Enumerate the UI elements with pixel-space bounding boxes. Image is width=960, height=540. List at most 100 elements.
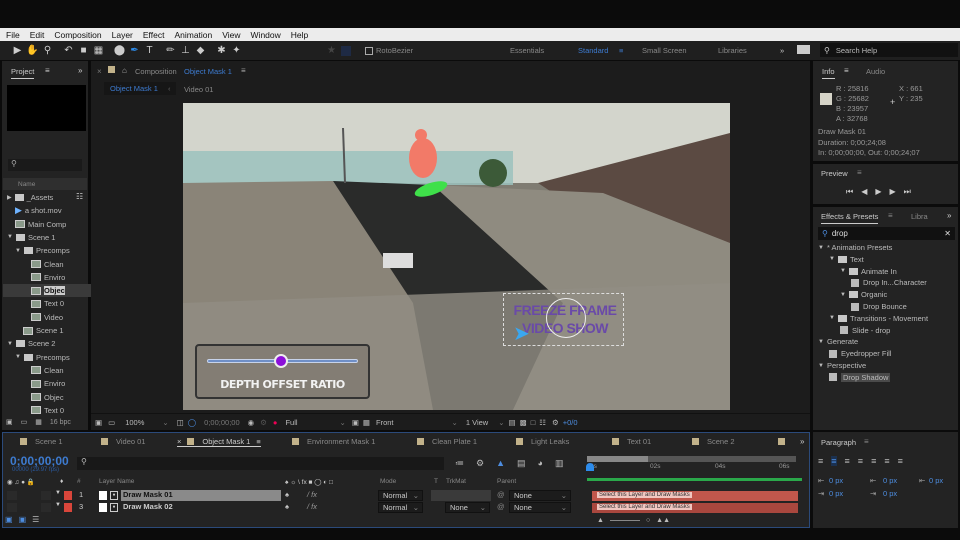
workspace-libraries[interactable]: Libraries — [718, 46, 747, 55]
brush-tool-icon[interactable]: ✏ — [163, 45, 178, 56]
frame-blending-icon[interactable]: ▤ — [517, 458, 526, 469]
selection-tool-icon[interactable]: ▶ — [10, 45, 25, 56]
chevron-down-icon[interactable]: ⌄ — [340, 418, 346, 427]
eraser-tool-icon[interactable]: ◆ — [193, 45, 208, 56]
expand-layer-icon[interactable]: ▼ — [55, 502, 61, 508]
effects-item[interactable]: ▼ Generate — [818, 337, 858, 346]
collapsed-triangle-icon[interactable]: ▶ — [7, 194, 12, 201]
rotobezier-checkbox[interactable] — [365, 46, 373, 55]
menu-help[interactable]: Help — [291, 30, 308, 40]
chevron-down-icon[interactable]: ⌄ — [498, 418, 504, 427]
layer-duration-bar[interactable]: Select this Layer and Draw Masks — [592, 491, 798, 501]
parent-select[interactable]: None ⌄ — [509, 490, 571, 501]
effects-item[interactable]: ▼ Animate In — [840, 267, 897, 276]
project-item[interactable]: ▼ Precomps — [3, 351, 91, 364]
layer-name[interactable]: Draw Mask 01 — [121, 490, 281, 501]
effects-item[interactable]: ▼ Organic — [840, 290, 887, 299]
puppet-pin-tool-icon[interactable]: ✦ — [229, 45, 244, 56]
timeline-zoom-slider[interactable] — [609, 520, 640, 521]
comp-mini-flowchart-icon[interactable]: ≔ — [455, 458, 464, 469]
clear-search-icon[interactable]: ✕ — [944, 229, 951, 238]
graph-editor-icon[interactable]: ▥ — [555, 458, 564, 469]
breadcrumb-object-mask[interactable]: Object Mask 1 ‹ — [104, 82, 176, 95]
info-menu-icon[interactable]: ≡ — [844, 66, 849, 75]
effects-switch-icon[interactable]: / fx — [307, 490, 317, 499]
timeline-search-input[interactable]: ⚲ — [77, 457, 444, 470]
expanded-triangle-icon[interactable]: ▼ — [15, 248, 21, 254]
menu-view[interactable]: View — [222, 30, 240, 40]
mask-visibility-icon[interactable]: ◯ — [188, 418, 196, 427]
project-item[interactable]: Text 0 — [3, 297, 91, 310]
timeline-tab[interactable]: Clean Plate 1 — [417, 437, 477, 446]
blend-mode-select[interactable]: Normal ⌄ — [378, 502, 423, 513]
mode-header[interactable]: Mode — [380, 478, 396, 485]
parent-header[interactable]: Parent — [497, 478, 516, 485]
expanded-triangle-icon[interactable]: ▼ — [840, 268, 846, 274]
justify-all-icon[interactable]: ≡ — [898, 456, 903, 466]
transfer-controls-toggle-icon[interactable]: ▣ — [19, 515, 27, 524]
effects-item[interactable]: ▼ Transitions - Movement — [829, 314, 928, 323]
zoom-in-icon[interactable]: ▲▲ — [656, 517, 670, 524]
menu-layer[interactable]: Layer — [112, 30, 133, 40]
exposure-value[interactable]: +0/0 — [563, 418, 578, 427]
timeline-tab[interactable]: Text 01 — [612, 437, 651, 446]
color-channels-icon[interactable]: ● — [273, 418, 278, 427]
expand-panels-icon[interactable]: » — [947, 211, 951, 220]
show-snapshot-icon[interactable]: ⚙ — [260, 418, 267, 427]
timeline-current-time[interactable]: 0;00;00;00 — [10, 454, 69, 468]
roto-brush-tool-icon[interactable]: ✱ — [214, 45, 229, 56]
fill-swatch[interactable] — [341, 45, 351, 56]
expanded-triangle-icon[interactable]: ▼ — [15, 354, 21, 360]
pen-tool-icon[interactable]: ✒ — [127, 45, 142, 56]
project-tab[interactable]: Project — [11, 67, 35, 79]
current-time-display[interactable]: 0;00;00;00 — [204, 418, 239, 427]
region-of-interest-icon[interactable]: ▣ — [352, 418, 359, 427]
lock-toggle[interactable] — [41, 503, 51, 512]
label-color[interactable] — [64, 491, 72, 500]
indent-left-field[interactable]: 0 px — [829, 476, 843, 485]
monitor-icon[interactable]: ▭ — [108, 418, 115, 427]
project-item[interactable]: Clean — [3, 258, 91, 271]
timeline-icon[interactable]: □ — [531, 418, 536, 427]
workspace-essentials[interactable]: Essentials — [510, 46, 544, 55]
work-area-range[interactable] — [587, 456, 648, 462]
justify-last-right-icon[interactable]: ≡ — [884, 456, 889, 466]
effects-item[interactable]: Drop In...Character — [851, 278, 927, 287]
workspace-small-screen[interactable]: Small Screen — [642, 46, 687, 55]
search-help-input[interactable]: ⚲ Search Help — [820, 43, 958, 57]
project-item[interactable]: Video — [3, 311, 91, 324]
name-column-header[interactable]: Name — [3, 178, 87, 190]
breadcrumb-video-01[interactable]: Video 01 — [184, 85, 213, 94]
layer-name[interactable]: Draw Mask 02 — [121, 502, 281, 513]
timeline-tab[interactable]: Environment Mask 1 — [292, 437, 375, 446]
effects-item[interactable]: Drop Bounce — [851, 302, 907, 311]
effects-menu-icon[interactable]: ≡ — [888, 211, 893, 220]
effects-switch-icon[interactable]: / fx — [307, 502, 317, 511]
ellipse-tool-icon[interactable]: ⬤ — [112, 45, 127, 56]
space-before-field[interactable]: 0 px — [883, 476, 897, 485]
toggle-pixel-aspect-icon[interactable]: ▤ — [509, 418, 516, 427]
project-search-input[interactable]: ⚲ — [8, 159, 82, 171]
type-tool-icon[interactable]: T — [142, 45, 157, 56]
justify-last-center-icon[interactable]: ≡ — [871, 456, 876, 466]
draft-3d-icon[interactable]: ⚙ — [476, 458, 484, 469]
close-tab-icon[interactable]: × — [177, 437, 181, 446]
grid-guide-icon[interactable]: ◫ — [177, 418, 184, 427]
workspace-menu-icon[interactable]: ≡ — [619, 46, 623, 55]
interpret-footage-icon[interactable]: ▣ — [6, 418, 13, 426]
trkmat-header[interactable]: TrkMat — [446, 478, 466, 485]
layer-marker-comment[interactable]: Select this Layer and Draw Masks — [597, 492, 692, 498]
fast-previews-icon[interactable]: ▩ — [520, 418, 527, 427]
tab-menu-icon[interactable]: ≡ — [256, 437, 260, 446]
camera-tool-icon[interactable]: ■ — [76, 45, 91, 56]
project-item[interactable]: Main Comp — [3, 218, 91, 231]
more-tabs-icon[interactable]: » — [800, 437, 804, 446]
project-menu-icon[interactable]: ≡ — [45, 66, 50, 75]
zoom-out-icon[interactable]: ▲ — [597, 517, 604, 524]
indent-right-field[interactable]: 0 px — [829, 489, 843, 498]
menu-edit[interactable]: Edit — [30, 30, 45, 40]
play-icon[interactable]: ▶ — [875, 187, 881, 197]
hand-tool-icon[interactable]: ✋ — [25, 45, 40, 56]
expanded-triangle-icon[interactable]: ▼ — [829, 256, 835, 262]
project-item[interactable]: Text 0 — [3, 404, 91, 417]
